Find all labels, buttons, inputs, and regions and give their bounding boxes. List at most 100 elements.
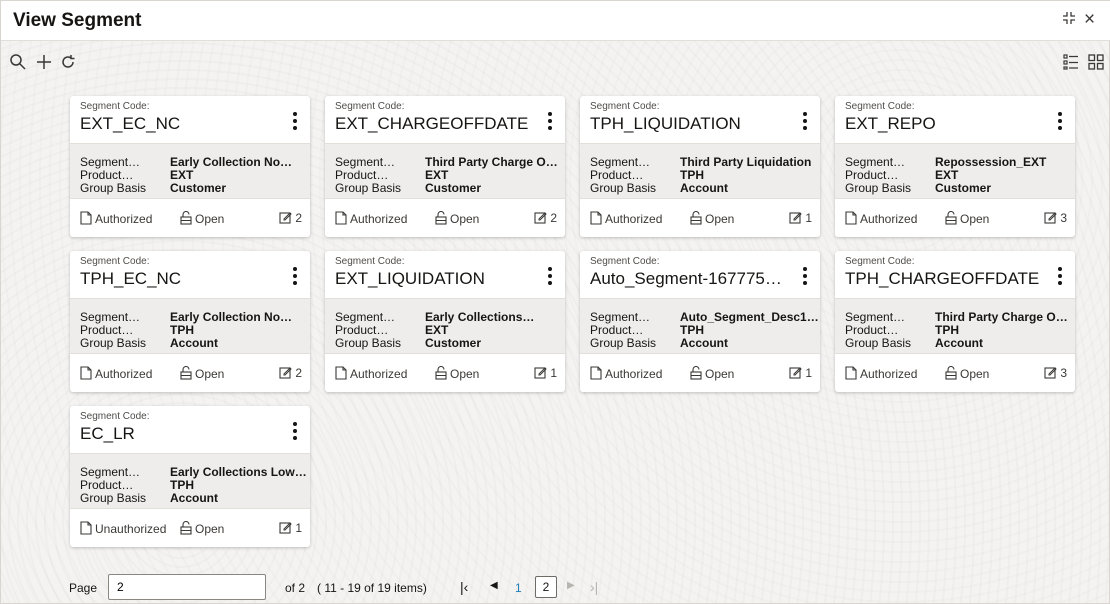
segment-name-label: Segment… (80, 466, 141, 479)
segment-card[interactable]: Segment Code: TPH_LIQUIDATION Segment… T… (580, 96, 820, 237)
segment-card[interactable]: Segment Code: EXT_LIQUIDATION Segment… E… (325, 251, 565, 392)
more-options-icon[interactable] (288, 265, 302, 287)
card-details: Segment… Early Collection No… Product… E… (70, 143, 310, 199)
pagination-bar: Page of 2 ( 11 - 19 of 19 items) |‹ ◀ 1 … (1, 569, 1110, 600)
segment-name-label: Segment… (335, 311, 396, 324)
last-page-icon[interactable]: ›| (590, 579, 598, 595)
product-label: Product… (590, 324, 644, 337)
close-icon[interactable]: × (1084, 9, 1095, 31)
product-label: Product… (80, 479, 134, 492)
group-basis-value: Customer (425, 182, 482, 195)
more-options-icon[interactable] (288, 420, 302, 442)
more-options-icon[interactable] (1053, 265, 1067, 287)
previous-page-icon[interactable]: ◀ (490, 580, 498, 591)
page-count: of 2 (285, 581, 306, 595)
unlock-icon (690, 366, 702, 383)
group-basis-label: Group Basis (80, 182, 147, 195)
card-details: Segment… Early Collections… Product… EXT… (325, 298, 565, 354)
more-options-icon[interactable] (543, 265, 557, 287)
add-icon[interactable] (35, 53, 53, 76)
card-header: Segment Code: TPH_CHARGEOFFDATE (835, 251, 1075, 298)
card-details: Segment… Third Party Charge O… Product… … (325, 143, 565, 199)
modification-count: 1 (279, 521, 302, 537)
more-options-icon[interactable] (543, 110, 557, 132)
product-label: Product… (80, 169, 134, 182)
segment-card[interactable]: Segment Code: EC_LR Segment… Early Colle… (70, 406, 310, 547)
product-value: EXT (170, 169, 194, 182)
card-details: Segment… Early Collections Low… Product…… (70, 453, 310, 509)
card-footer: Authorized Open 1 (580, 354, 820, 392)
grid-view-icon[interactable] (1087, 53, 1105, 76)
segment-code-value: EXT_EC_NC (80, 114, 181, 133)
segment-card[interactable]: Segment Code: EXT_EC_NC Segment… Early C… (70, 96, 310, 237)
page-input[interactable] (108, 574, 266, 600)
segment-card[interactable]: Segment Code: TPH_CHARGEOFFDATE Segment…… (835, 251, 1075, 392)
segment-card[interactable]: Segment Code: EXT_REPO Segment… Reposses… (835, 96, 1075, 237)
list-view-icon[interactable] (1062, 53, 1080, 76)
segment-code-label: Segment Code: (590, 101, 660, 112)
segment-card[interactable]: Segment Code: TPH_EC_NC Segment… Early C… (70, 251, 310, 392)
authorization-status: Authorized (80, 211, 152, 228)
record-state-text: Open (195, 367, 225, 381)
segment-code-label: Segment Code: (80, 256, 150, 267)
authorization-status-text: Authorized (860, 212, 918, 226)
unlock-icon (690, 211, 702, 228)
card-footer: Unauthorized Open 1 (70, 509, 310, 547)
record-state-text: Open (705, 367, 735, 381)
segment-code-value: TPH_LIQUIDATION (590, 114, 741, 133)
next-page-icon[interactable]: ▶ (567, 580, 575, 591)
more-options-icon[interactable] (1053, 110, 1067, 132)
record-state: Open (435, 211, 479, 228)
segment-code-label: Segment Code: (335, 101, 405, 112)
authorization-status: Authorized (80, 366, 152, 383)
page-label: Page (69, 581, 98, 595)
current-page[interactable]: 2 (535, 576, 557, 598)
card-header: Segment Code: EC_LR (70, 406, 310, 453)
group-basis-value: Account (170, 337, 218, 350)
segment-name-label: Segment… (845, 311, 906, 324)
segment-name-value: Third Party Liquidation (680, 156, 812, 169)
segment-card[interactable]: Segment Code: EXT_CHARGEOFFDATE Segment…… (325, 96, 565, 237)
segment-card[interactable]: Segment Code: Auto_Segment-167775651… Se… (580, 251, 820, 392)
search-icon[interactable] (9, 53, 27, 76)
edit-count-icon (279, 366, 293, 382)
product-label: Product… (845, 169, 899, 182)
segment-name-value: Early Collections… (425, 311, 535, 324)
segment-name-value: Third Party Charge O… (425, 156, 558, 169)
page-link-1[interactable]: 1 (515, 581, 522, 595)
title-bar: View Segment × (1, 1, 1110, 41)
refresh-icon[interactable] (59, 53, 77, 76)
edit-count-icon (1044, 211, 1058, 227)
product-label: Product… (590, 169, 644, 182)
modification-count-text: 1 (805, 366, 812, 380)
item-range: ( 11 - 19 of 19 items) (317, 581, 427, 595)
document-status-icon (590, 366, 602, 383)
more-options-icon[interactable] (288, 110, 302, 132)
segment-name-label: Segment… (80, 156, 141, 169)
card-footer: Authorized Open 3 (835, 199, 1075, 237)
card-details: Segment… Repossession_EXT Product… EXT G… (835, 143, 1075, 199)
group-basis-value: Account (170, 492, 218, 505)
authorization-status-text: Unauthorized (95, 522, 167, 536)
first-page-icon[interactable]: |‹ (460, 579, 468, 595)
authorization-status: Authorized (590, 211, 662, 228)
segment-code-label: Segment Code: (590, 256, 660, 267)
card-header: Segment Code: TPH_EC_NC (70, 251, 310, 298)
unlock-icon (180, 211, 192, 228)
segment-code-value: EXT_CHARGEOFFDATE (335, 114, 529, 133)
record-state-text: Open (195, 522, 225, 536)
more-options-icon[interactable] (798, 265, 812, 287)
modification-count: 2 (279, 211, 302, 227)
more-options-icon[interactable] (798, 110, 812, 132)
minimize-icon[interactable] (1062, 11, 1076, 30)
card-footer: Authorized Open 2 (325, 199, 565, 237)
segment-name-label: Segment… (590, 311, 651, 324)
modification-count: 1 (789, 366, 812, 382)
unlock-icon (945, 366, 957, 383)
segment-name-value: Early Collections Low… (170, 466, 307, 479)
edit-count-icon (789, 366, 803, 382)
authorization-status-text: Authorized (350, 367, 408, 381)
authorization-status: Authorized (590, 366, 662, 383)
record-state-text: Open (450, 212, 480, 226)
edit-count-icon (279, 521, 293, 537)
